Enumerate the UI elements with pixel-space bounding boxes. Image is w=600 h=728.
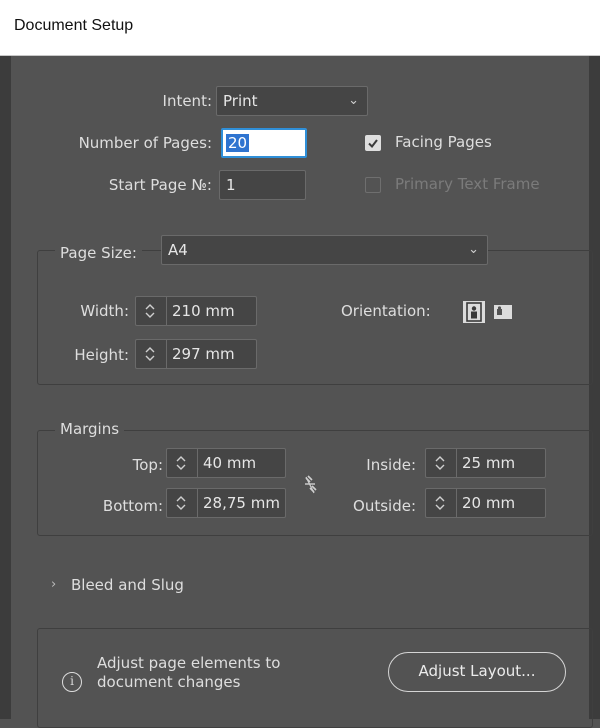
spin-arrows-icon bbox=[435, 496, 445, 510]
dialog-titlebar: Document Setup bbox=[0, 0, 600, 56]
margin-top-stepper[interactable]: 40 mm bbox=[166, 448, 286, 478]
spin-arrows-icon bbox=[176, 496, 186, 510]
number-of-pages-label: Number of Pages: bbox=[78, 134, 212, 152]
margin-inside-spin-buttons[interactable] bbox=[426, 449, 457, 477]
margin-top-label: Top: bbox=[132, 456, 163, 474]
adjust-info-line2: document changes bbox=[97, 673, 241, 691]
margin-top-spin-buttons[interactable] bbox=[167, 449, 198, 477]
checkmark-icon bbox=[368, 139, 378, 149]
margins-legend: Margins bbox=[55, 420, 125, 438]
margin-bottom-stepper[interactable]: 28,75 mm bbox=[166, 488, 286, 518]
orientation-label: Orientation: bbox=[341, 302, 431, 320]
width-spin-buttons[interactable] bbox=[136, 297, 167, 325]
margin-bottom-label: Bottom: bbox=[102, 497, 163, 515]
width-label: Width: bbox=[80, 302, 129, 320]
page-size-select[interactable]: A4 ⌄ bbox=[161, 235, 488, 265]
chevron-down-icon: ⌄ bbox=[348, 93, 359, 108]
spin-arrows-icon bbox=[176, 456, 186, 470]
primary-text-frame-label: Primary Text Frame bbox=[395, 175, 540, 193]
portrait-page-icon bbox=[466, 302, 482, 322]
width-value: 210 mm bbox=[172, 302, 235, 320]
intent-select[interactable]: Print ⌄ bbox=[216, 86, 368, 116]
margin-bottom-value: 28,75 mm bbox=[203, 494, 280, 512]
page-size-label: Page Size: bbox=[55, 244, 142, 262]
bleed-and-slug-toggle[interactable]: Bleed and Slug bbox=[71, 576, 184, 594]
intent-label: Intent: bbox=[162, 92, 212, 110]
intent-value: Print bbox=[223, 92, 258, 110]
height-label: Height: bbox=[74, 346, 129, 364]
height-spin-buttons[interactable] bbox=[136, 340, 167, 368]
margin-top-value: 40 mm bbox=[203, 454, 257, 472]
margin-inside-stepper[interactable]: 25 mm bbox=[425, 448, 546, 478]
chevron-down-icon: ⌄ bbox=[468, 242, 479, 257]
dialog-title: Document Setup bbox=[14, 17, 134, 34]
adjust-info-line1: Adjust page elements to bbox=[97, 654, 281, 672]
margin-inside-label: Inside: bbox=[366, 456, 416, 474]
dialog-frame-right bbox=[589, 56, 600, 719]
adjust-info-text: Adjust page elements to document changes bbox=[97, 654, 280, 692]
number-of-pages-input[interactable]: 20 bbox=[221, 128, 307, 158]
adjust-layout-button[interactable]: Adjust Layout... bbox=[388, 652, 566, 692]
start-page-label: Start Page №: bbox=[108, 176, 212, 194]
page-size-value: A4 bbox=[168, 241, 188, 259]
margin-inside-value: 25 mm bbox=[462, 454, 516, 472]
spin-arrows-icon bbox=[145, 347, 155, 361]
height-value: 297 mm bbox=[172, 345, 235, 363]
portrait-orientation-button[interactable] bbox=[463, 301, 485, 323]
broken-chain-link-icon[interactable] bbox=[300, 474, 322, 496]
dialog-content: Intent: Print ⌄ Number of Pages: 20 Faci… bbox=[11, 56, 593, 728]
landscape-orientation-button[interactable] bbox=[492, 301, 514, 323]
margin-outside-value: 20 mm bbox=[462, 494, 516, 512]
facing-pages-checkbox[interactable] bbox=[365, 135, 381, 151]
width-stepper[interactable]: 210 mm bbox=[135, 296, 257, 326]
number-of-pages-value: 20 bbox=[226, 134, 250, 152]
info-icon: i bbox=[62, 672, 82, 692]
margin-bottom-spin-buttons[interactable] bbox=[167, 489, 198, 517]
start-page-input[interactable]: 1 bbox=[219, 170, 306, 200]
facing-pages-label: Facing Pages bbox=[395, 133, 492, 151]
chevron-right-icon[interactable]: › bbox=[51, 577, 56, 592]
spin-arrows-icon bbox=[435, 456, 445, 470]
primary-text-frame-checkbox[interactable] bbox=[365, 177, 381, 193]
dialog-frame-left bbox=[0, 56, 11, 719]
margin-outside-label: Outside: bbox=[353, 497, 416, 515]
spin-arrows-icon bbox=[145, 304, 155, 318]
height-stepper[interactable]: 297 mm bbox=[135, 339, 257, 369]
margin-outside-spin-buttons[interactable] bbox=[426, 489, 457, 517]
margin-outside-stepper[interactable]: 20 mm bbox=[425, 488, 546, 518]
landscape-page-icon bbox=[494, 305, 512, 319]
